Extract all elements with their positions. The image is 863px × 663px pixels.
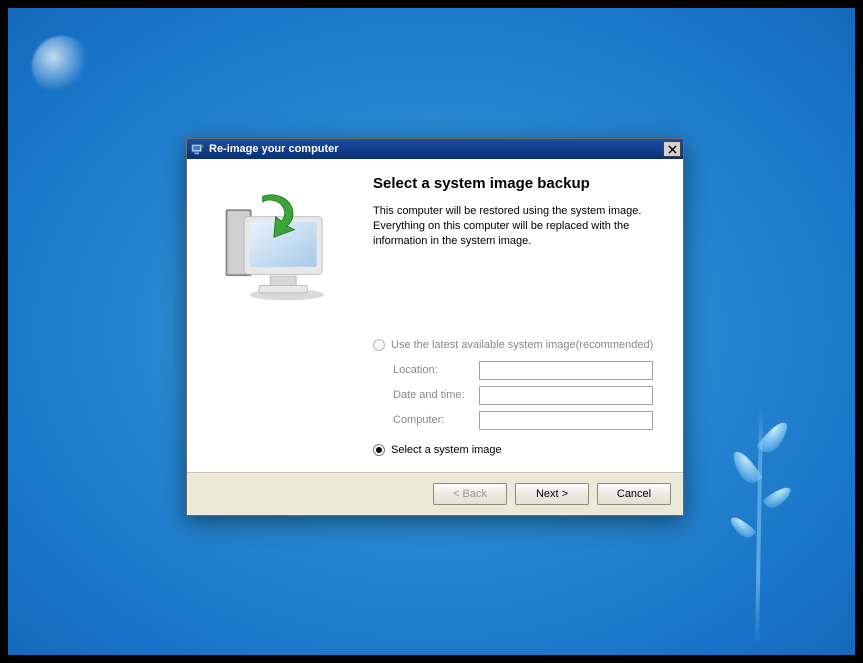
restore-monitor-icon [207, 187, 337, 317]
back-button: < Back [433, 483, 507, 505]
datetime-row: Date and time: [393, 386, 665, 405]
wizard-button-bar: < Back Next > Cancel [187, 473, 683, 515]
location-row: Location: [393, 361, 665, 380]
next-button[interactable]: Next > [515, 483, 589, 505]
page-description: This computer will be restored using the… [373, 204, 663, 249]
location-label: Location: [393, 364, 479, 376]
close-button[interactable] [663, 141, 681, 157]
option-select-image[interactable]: Select a system image [373, 444, 665, 456]
cancel-button[interactable]: Cancel [597, 483, 671, 505]
option-select-image-label: Select a system image [391, 444, 502, 456]
radio-icon [373, 444, 385, 456]
wizard-body: Select a system image backup This comput… [357, 159, 683, 472]
reimage-dialog: Re-image your computer [186, 138, 684, 516]
dialog-content: Select a system image backup This comput… [187, 159, 683, 473]
page-heading: Select a system image backup [373, 175, 665, 192]
close-icon [668, 145, 677, 154]
datetime-label: Date and time: [393, 389, 479, 401]
computer-row: Computer: [393, 411, 665, 430]
radio-icon [373, 339, 385, 351]
desktop-accent-leaf [762, 482, 793, 512]
computer-value [479, 411, 653, 430]
datetime-value [479, 386, 653, 405]
app-icon [191, 142, 205, 156]
radio-dot-icon [376, 447, 382, 453]
computer-label: Computer: [393, 414, 479, 426]
desktop-accent-leaf [728, 513, 757, 542]
desktop-light-flare [32, 36, 92, 96]
location-value [479, 361, 653, 380]
option-use-latest-label: Use the latest available system image(re… [391, 339, 653, 351]
wizard-graphic-pane [187, 159, 357, 472]
window-title: Re-image your computer [209, 143, 663, 155]
option-use-latest: Use the latest available system image(re… [373, 339, 665, 351]
titlebar[interactable]: Re-image your computer [187, 139, 683, 159]
latest-image-details: Location: Date and time: Computer: [393, 361, 665, 430]
